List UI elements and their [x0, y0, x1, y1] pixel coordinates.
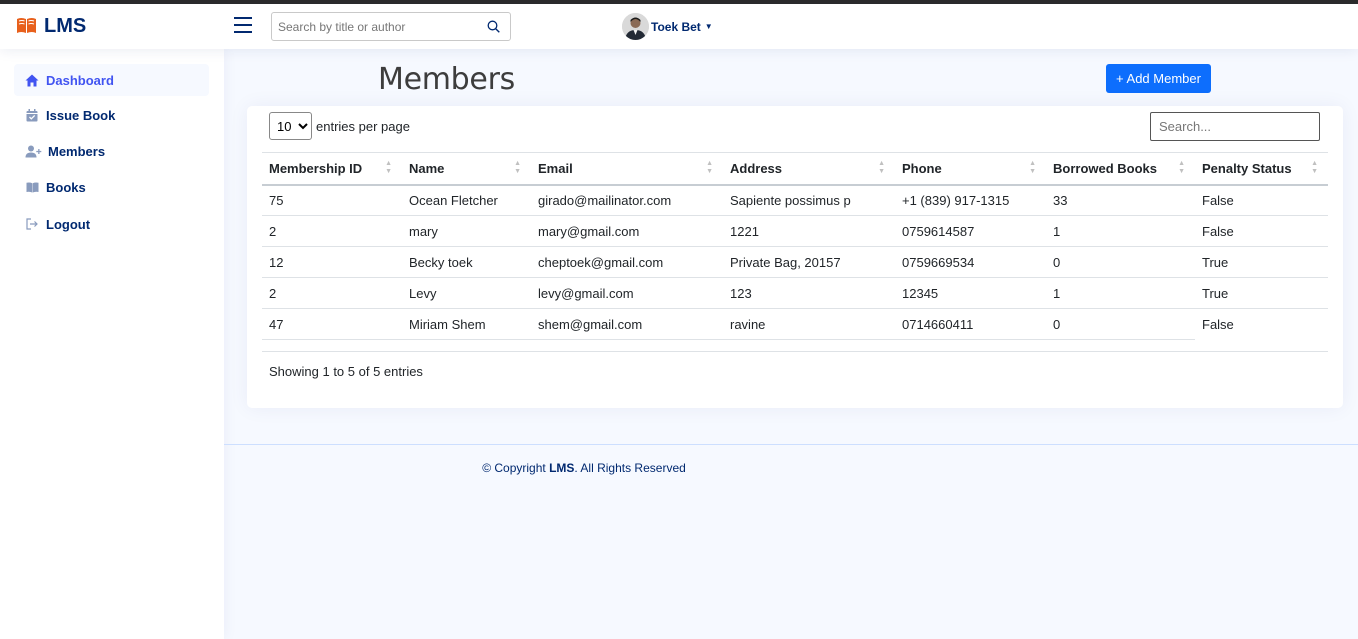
- table-row: 2 Levy levy@gmail.com 123 12345 1 True: [262, 277, 1328, 309]
- cell-phone: 12345: [895, 277, 1046, 309]
- cell-email: mary@gmail.com: [531, 215, 723, 247]
- cell-borrowed-books: 0: [1046, 308, 1195, 340]
- sidebar-item-label: Logout: [46, 216, 91, 232]
- sort-icon: ▲ ▼: [514, 160, 521, 175]
- sidebar-item-label: Dashboard: [46, 72, 114, 88]
- table-search-input[interactable]: [1150, 112, 1320, 141]
- cell-email: cheptoek@gmail.com: [531, 246, 723, 278]
- column-header-borrowed-books[interactable]: Borrowed Books ▲ ▼: [1046, 152, 1195, 186]
- page-size-select[interactable]: 10: [269, 112, 312, 140]
- footer-brand: LMS: [549, 461, 575, 475]
- footer: © Copyright LMS. All Rights Reserved: [224, 461, 944, 475]
- table-header-row: Membership ID ▲ ▼ Name ▲ ▼ Email ▲ ▼ Address ▲ ▼…: [262, 152, 1328, 186]
- logo-text: LMS: [44, 15, 87, 37]
- members-table-card: 10 entries per page Membership ID▲▼ Name…: [247, 106, 1343, 408]
- house-icon: [24, 72, 40, 88]
- table-info: Showing 1 to 5 of 5 entries: [269, 364, 423, 379]
- sort-icon: ▲ ▼: [385, 160, 392, 175]
- column-header-address[interactable]: Address ▲ ▼: [723, 152, 895, 186]
- avatar: [622, 13, 649, 40]
- page-title: Members: [378, 62, 515, 97]
- table-bottom-divider: [262, 351, 1328, 352]
- profile-name: Toek Bet: [651, 19, 701, 34]
- sidebar-toggle-icon[interactable]: [234, 17, 252, 33]
- sidebar: Dashboard Issue Book Members Books Logou…: [0, 49, 224, 639]
- cell-address: 123: [723, 277, 895, 309]
- cell-membership-id: 12: [262, 246, 402, 278]
- footer-divider: [224, 444, 1358, 445]
- column-header-email[interactable]: Email ▲ ▼: [531, 152, 723, 186]
- book-icon: [24, 179, 40, 195]
- column-header-penalty-status[interactable]: Penalty Status ▲ ▼: [1195, 152, 1328, 186]
- column-header-phone[interactable]: Phone ▲ ▼: [895, 152, 1046, 186]
- chevron-down-icon: ▼: [704, 22, 713, 31]
- cell-name: Becky toek: [402, 246, 531, 278]
- cell-address: ravine: [723, 308, 895, 340]
- cell-address: 1221: [723, 215, 895, 247]
- cell-penalty-status: True: [1195, 246, 1328, 278]
- search-input[interactable]: [272, 13, 472, 40]
- cell-penalty-status: False: [1195, 184, 1328, 216]
- sidebar-item-logout[interactable]: Logout: [14, 208, 209, 240]
- column-header-name[interactable]: Name ▲ ▼: [402, 152, 531, 186]
- cell-borrowed-books: 33: [1046, 184, 1195, 216]
- sidebar-item-books[interactable]: Books: [14, 171, 209, 203]
- person-add-icon: [24, 143, 42, 159]
- cell-penalty-status: True: [1195, 277, 1328, 309]
- search-icon[interactable]: [487, 20, 500, 36]
- sidebar-item-label: Books: [46, 179, 86, 195]
- cell-email: girado@mailinator.com: [531, 184, 723, 216]
- logo[interactable]: LMS: [16, 15, 86, 38]
- table-row: 2 mary mary@gmail.com 1221 0759614587 1 …: [262, 215, 1328, 247]
- footer-copyright-prefix: © Copyright: [482, 461, 550, 475]
- table-row: 75 Ocean Fletcher girado@mailinator.com …: [262, 184, 1328, 216]
- cell-email: levy@gmail.com: [531, 277, 723, 309]
- sidebar-item-dashboard[interactable]: Dashboard: [14, 64, 209, 96]
- cell-penalty-status: False: [1195, 215, 1328, 247]
- cell-membership-id: 2: [262, 277, 402, 309]
- cell-borrowed-books: 0: [1046, 246, 1195, 278]
- logout-icon: [24, 216, 40, 232]
- cell-membership-id: 75: [262, 184, 402, 216]
- sort-icon: ▲ ▼: [1029, 160, 1036, 175]
- table-row: 47 Miriam Shem shem@gmail.com ravine 071…: [262, 308, 1328, 340]
- sidebar-item-label: Issue Book: [46, 107, 116, 123]
- cell-name: Ocean Fletcher: [402, 184, 531, 216]
- profile-dropdown[interactable]: Toek Bet ▼: [622, 13, 713, 40]
- calendar-check-icon: [24, 107, 40, 123]
- cell-borrowed-books: 1: [1046, 215, 1195, 247]
- sidebar-item-issue-book[interactable]: Issue Book: [14, 99, 209, 131]
- add-member-button[interactable]: + Add Member: [1106, 64, 1211, 93]
- cell-phone: 0714660411: [895, 308, 1046, 340]
- cell-name: Levy: [402, 277, 531, 309]
- sort-icon: ▲ ▼: [706, 160, 713, 175]
- sidebar-item-members[interactable]: Members: [14, 135, 209, 167]
- sort-icon: ▲ ▼: [878, 160, 885, 175]
- top-header: LMS Toek Bet ▼: [0, 4, 1358, 49]
- cell-phone: +1 (839) 917-1315: [895, 184, 1046, 216]
- cell-membership-id: 47: [262, 308, 402, 340]
- header-search: [271, 12, 511, 41]
- cell-email: shem@gmail.com: [531, 308, 723, 340]
- sort-icon: ▲ ▼: [1311, 160, 1318, 175]
- footer-copyright-suffix: . All Rights Reserved: [574, 461, 686, 475]
- cell-name: mary: [402, 215, 531, 247]
- cell-address: Sapiente possimus p: [723, 184, 895, 216]
- cell-name: Miriam Shem: [402, 308, 531, 340]
- entries-label: entries per page: [316, 118, 410, 134]
- column-header-membership-id[interactable]: Membership ID ▲ ▼: [262, 152, 402, 186]
- cell-address: Private Bag, 20157: [723, 246, 895, 278]
- cell-phone: 0759669534: [895, 246, 1046, 278]
- entries-per-page: 10 entries per page: [269, 112, 410, 140]
- table-row: 12 Becky toek cheptoek@gmail.com Private…: [262, 246, 1328, 278]
- sidebar-item-label: Members: [48, 143, 106, 159]
- cell-phone: 0759614587: [895, 215, 1046, 247]
- cell-membership-id: 2: [262, 215, 402, 247]
- cell-borrowed-books: 1: [1046, 277, 1195, 309]
- sort-icon: ▲ ▼: [1178, 160, 1185, 175]
- members-table: Membership ID ▲ ▼ Name ▲ ▼ Email ▲ ▼ Address ▲ ▼…: [262, 152, 1328, 340]
- open-book-icon: [16, 17, 37, 37]
- cell-penalty-status: False: [1202, 316, 1234, 332]
